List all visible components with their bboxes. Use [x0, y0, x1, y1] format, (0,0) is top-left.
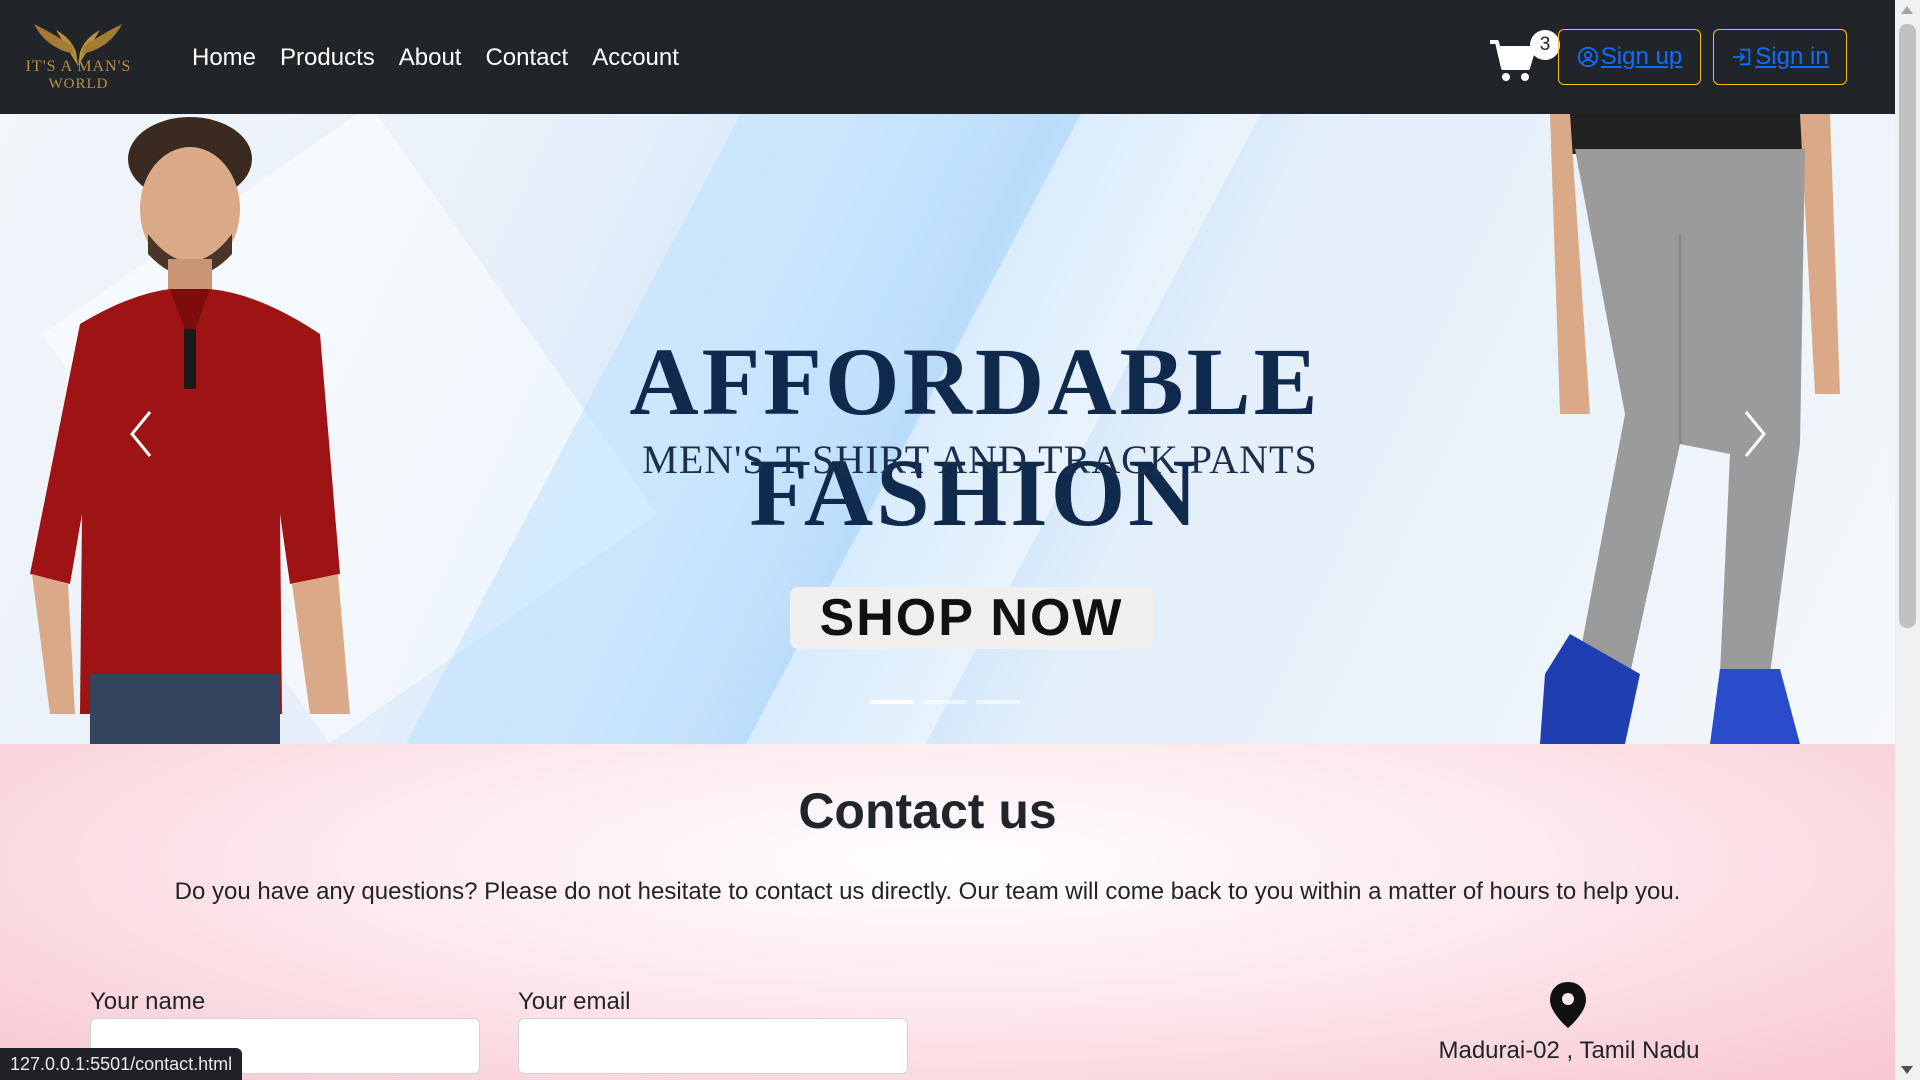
status-url: 127.0.0.1:5501/contact.html — [0, 1048, 243, 1080]
location-pin-icon — [1550, 982, 1586, 1028]
nav-link-about[interactable]: About — [399, 44, 462, 72]
nav-links: Home Products About Contact Account — [192, 44, 679, 72]
cart-count-badge: 3 — [1530, 30, 1560, 60]
carousel-indicator-1[interactable] — [870, 700, 914, 704]
model-tshirt-image — [30, 117, 350, 744]
signup-label: Sign up — [1600, 43, 1683, 70]
address-text: Madurai-02 , Tamil Nadu — [1438, 1037, 1700, 1064]
nav-link-contact[interactable]: Contact — [485, 44, 568, 72]
scroll-up-icon[interactable] — [1901, 6, 1913, 14]
email-field[interactable] — [518, 1018, 908, 1074]
scrollbar-thumb[interactable] — [1899, 24, 1916, 628]
carousel-indicators — [870, 700, 1020, 704]
signin-button[interactable]: Sign in — [1713, 29, 1847, 85]
sign-in-icon — [1733, 48, 1751, 66]
contact-title: Contact us — [798, 783, 1057, 839]
navbar: IT'S A MAN'S WORLD Home Products About C… — [0, 0, 1895, 114]
hero-carousel[interactable]: AFFORDABLE FASHION MEN'S T-SHIRT AND TRA… — [0, 114, 1895, 744]
name-label: Your name — [90, 988, 206, 1015]
nav-link-account[interactable]: Account — [592, 44, 679, 72]
carousel-next-icon[interactable] — [1734, 404, 1774, 464]
carousel-indicator-3[interactable] — [976, 700, 1020, 704]
hero-subline: MEN'S T-SHIRT AND TRACK PANTS — [642, 437, 1318, 482]
nav-link-products[interactable]: Products — [280, 44, 375, 72]
brand-logo[interactable]: IT'S A MAN'S WORLD — [16, 18, 141, 96]
scroll-down-icon[interactable] — [1901, 1066, 1913, 1074]
logo-text-line1: IT'S A MAN'S — [25, 58, 132, 75]
carousel-indicator-2[interactable] — [923, 700, 967, 704]
carousel-prev-icon[interactable] — [122, 404, 162, 464]
user-circle-icon — [1577, 46, 1598, 68]
scrollbar[interactable] — [1895, 0, 1920, 1080]
signin-label: Sign in — [1755, 43, 1829, 70]
email-label: Your email — [518, 988, 631, 1015]
signup-button[interactable]: Sign up — [1558, 29, 1701, 85]
contact-description: Do you have any questions? Please do not… — [174, 878, 1681, 905]
model-trackpants-image — [1540, 114, 1840, 744]
logo-text-line2: WORLD — [48, 76, 109, 92]
nav-link-home[interactable]: Home — [192, 44, 256, 72]
shop-now-button[interactable]: SHOP NOW — [790, 587, 1153, 649]
contact-section: Contact us Do you have any questions? Pl… — [0, 744, 1895, 1080]
cart-icon[interactable] — [1488, 38, 1536, 82]
